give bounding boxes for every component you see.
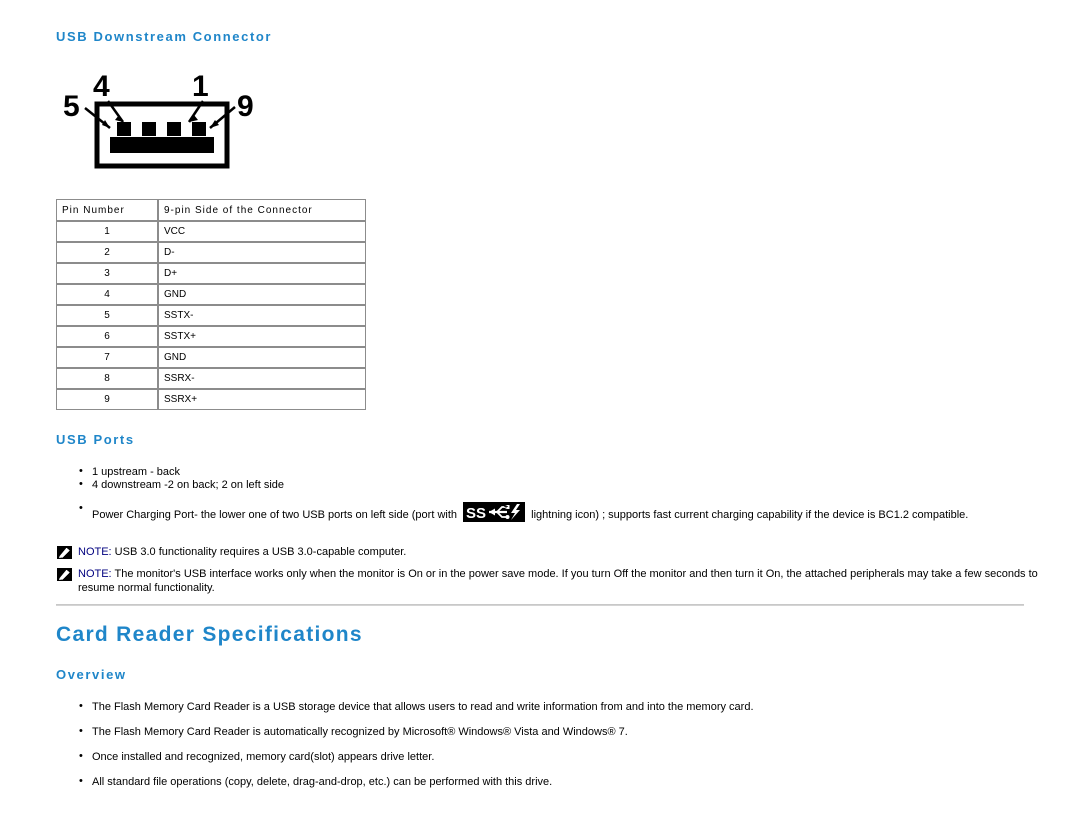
cell-signal: VCC [158,221,366,242]
svg-text:SS: SS [466,505,486,522]
cell-signal: SSTX+ [158,326,366,347]
cell-signal: GND [158,284,366,305]
svg-text:1: 1 [192,70,209,103]
note-content: The monitor's USB interface works only w… [78,568,1038,594]
svg-text:9: 9 [237,90,254,123]
section-divider [56,604,1024,606]
cell-signal: SSTX- [158,305,366,326]
table-row: 8 SSRX- [56,368,366,389]
usb-downstream-connector-diagram: 5 4 1 9 [55,60,285,175]
note-label: NOTE: [78,568,112,580]
heading-usb-downstream-connector: USB Downstream Connector [56,29,273,44]
cell-pin-number: 9 [56,389,158,410]
table-header-row: Pin Number 9-pin Side of the Connector [56,199,366,221]
list-item: 4 downstream -2 on back; 2 on left side [76,478,576,492]
note-usb30-requirement: NOTE: USB 3.0 functionality requires a U… [57,545,1037,559]
cell-pin-number: 1 [56,221,158,242]
table-row: 2 D- [56,242,366,263]
heading-overview: Overview [56,667,127,682]
table-row: 4 GND [56,284,366,305]
note-text: NOTE: USB 3.0 functionality requires a U… [57,545,1037,559]
cell-pin-number: 2 [56,242,158,263]
svg-text:4: 4 [93,70,110,103]
cell-signal: GND [158,347,366,368]
list-item: The Flash Memory Card Reader is automati… [76,724,1026,739]
document-page: USB Downstream Connector 5 4 1 9 Pin Num… [0,0,1080,834]
power-charging-text-before: Power Charging Port- the lower one of tw… [92,508,458,521]
superspeed-usb-lightning-icon: SS + [463,502,526,526]
note-label: NOTE: [78,546,112,558]
list-item: All standard file operations (copy, dele… [76,774,1026,789]
usb-pin-table: Pin Number 9-pin Side of the Connector 1… [56,199,366,410]
table-body: 1 VCC 2 D- 3 D+ 4 GND 5 SSTX- 6 SSTX+ 7 … [56,221,366,410]
table-header: Pin Number 9-pin Side of the Connector [56,199,366,221]
list-item: 1 upstream - back [76,465,576,479]
cell-pin-number: 6 [56,326,158,347]
note-content: USB 3.0 functionality requires a USB 3.0… [111,546,407,558]
power-charging-text-after: lightning icon) ; supports fast current … [531,508,969,521]
table-row: 9 SSRX+ [56,389,366,410]
table-row: 6 SSTX+ [56,326,366,347]
note-pencil-icon [57,568,72,581]
cell-signal: SSRX+ [158,389,366,410]
note-text: NOTE: The monitor's USB interface works … [57,567,1047,595]
cell-pin-number: 5 [56,305,158,326]
heading-card-reader-specifications: Card Reader Specifications [56,623,363,646]
table-row: 7 GND [56,347,366,368]
table-row: 5 SSTX- [56,305,366,326]
cell-pin-number: 4 [56,284,158,305]
usb-ports-bullet-list: 1 upstream - back 4 downstream -2 on bac… [76,465,968,527]
cell-signal: D- [158,242,366,263]
list-item: Once installed and recognized, memory ca… [76,749,1026,764]
column-header-pin-number: Pin Number [56,199,158,221]
heading-usb-ports: USB Ports [56,432,135,447]
cell-pin-number: 8 [56,368,158,389]
list-item: The Flash Memory Card Reader is a USB st… [76,699,1026,714]
note-usb-interface-behavior: NOTE: The monitor's USB interface works … [57,567,1047,595]
table-row: 1 VCC [56,221,366,242]
overview-bullet-list: The Flash Memory Card Reader is a USB st… [76,699,1026,800]
cell-pin-number: 7 [56,347,158,368]
cell-signal: SSRX- [158,368,366,389]
table-row: 3 D+ [56,263,366,284]
cell-signal: D+ [158,263,366,284]
column-header-signal: 9-pin Side of the Connector [158,199,366,221]
list-item-power-charging-port: Power Charging Port- the lower one of tw… [76,502,1072,527]
svg-text:5: 5 [63,90,80,123]
svg-text:+: + [504,504,508,511]
note-pencil-icon [57,546,72,559]
cell-pin-number: 3 [56,263,158,284]
